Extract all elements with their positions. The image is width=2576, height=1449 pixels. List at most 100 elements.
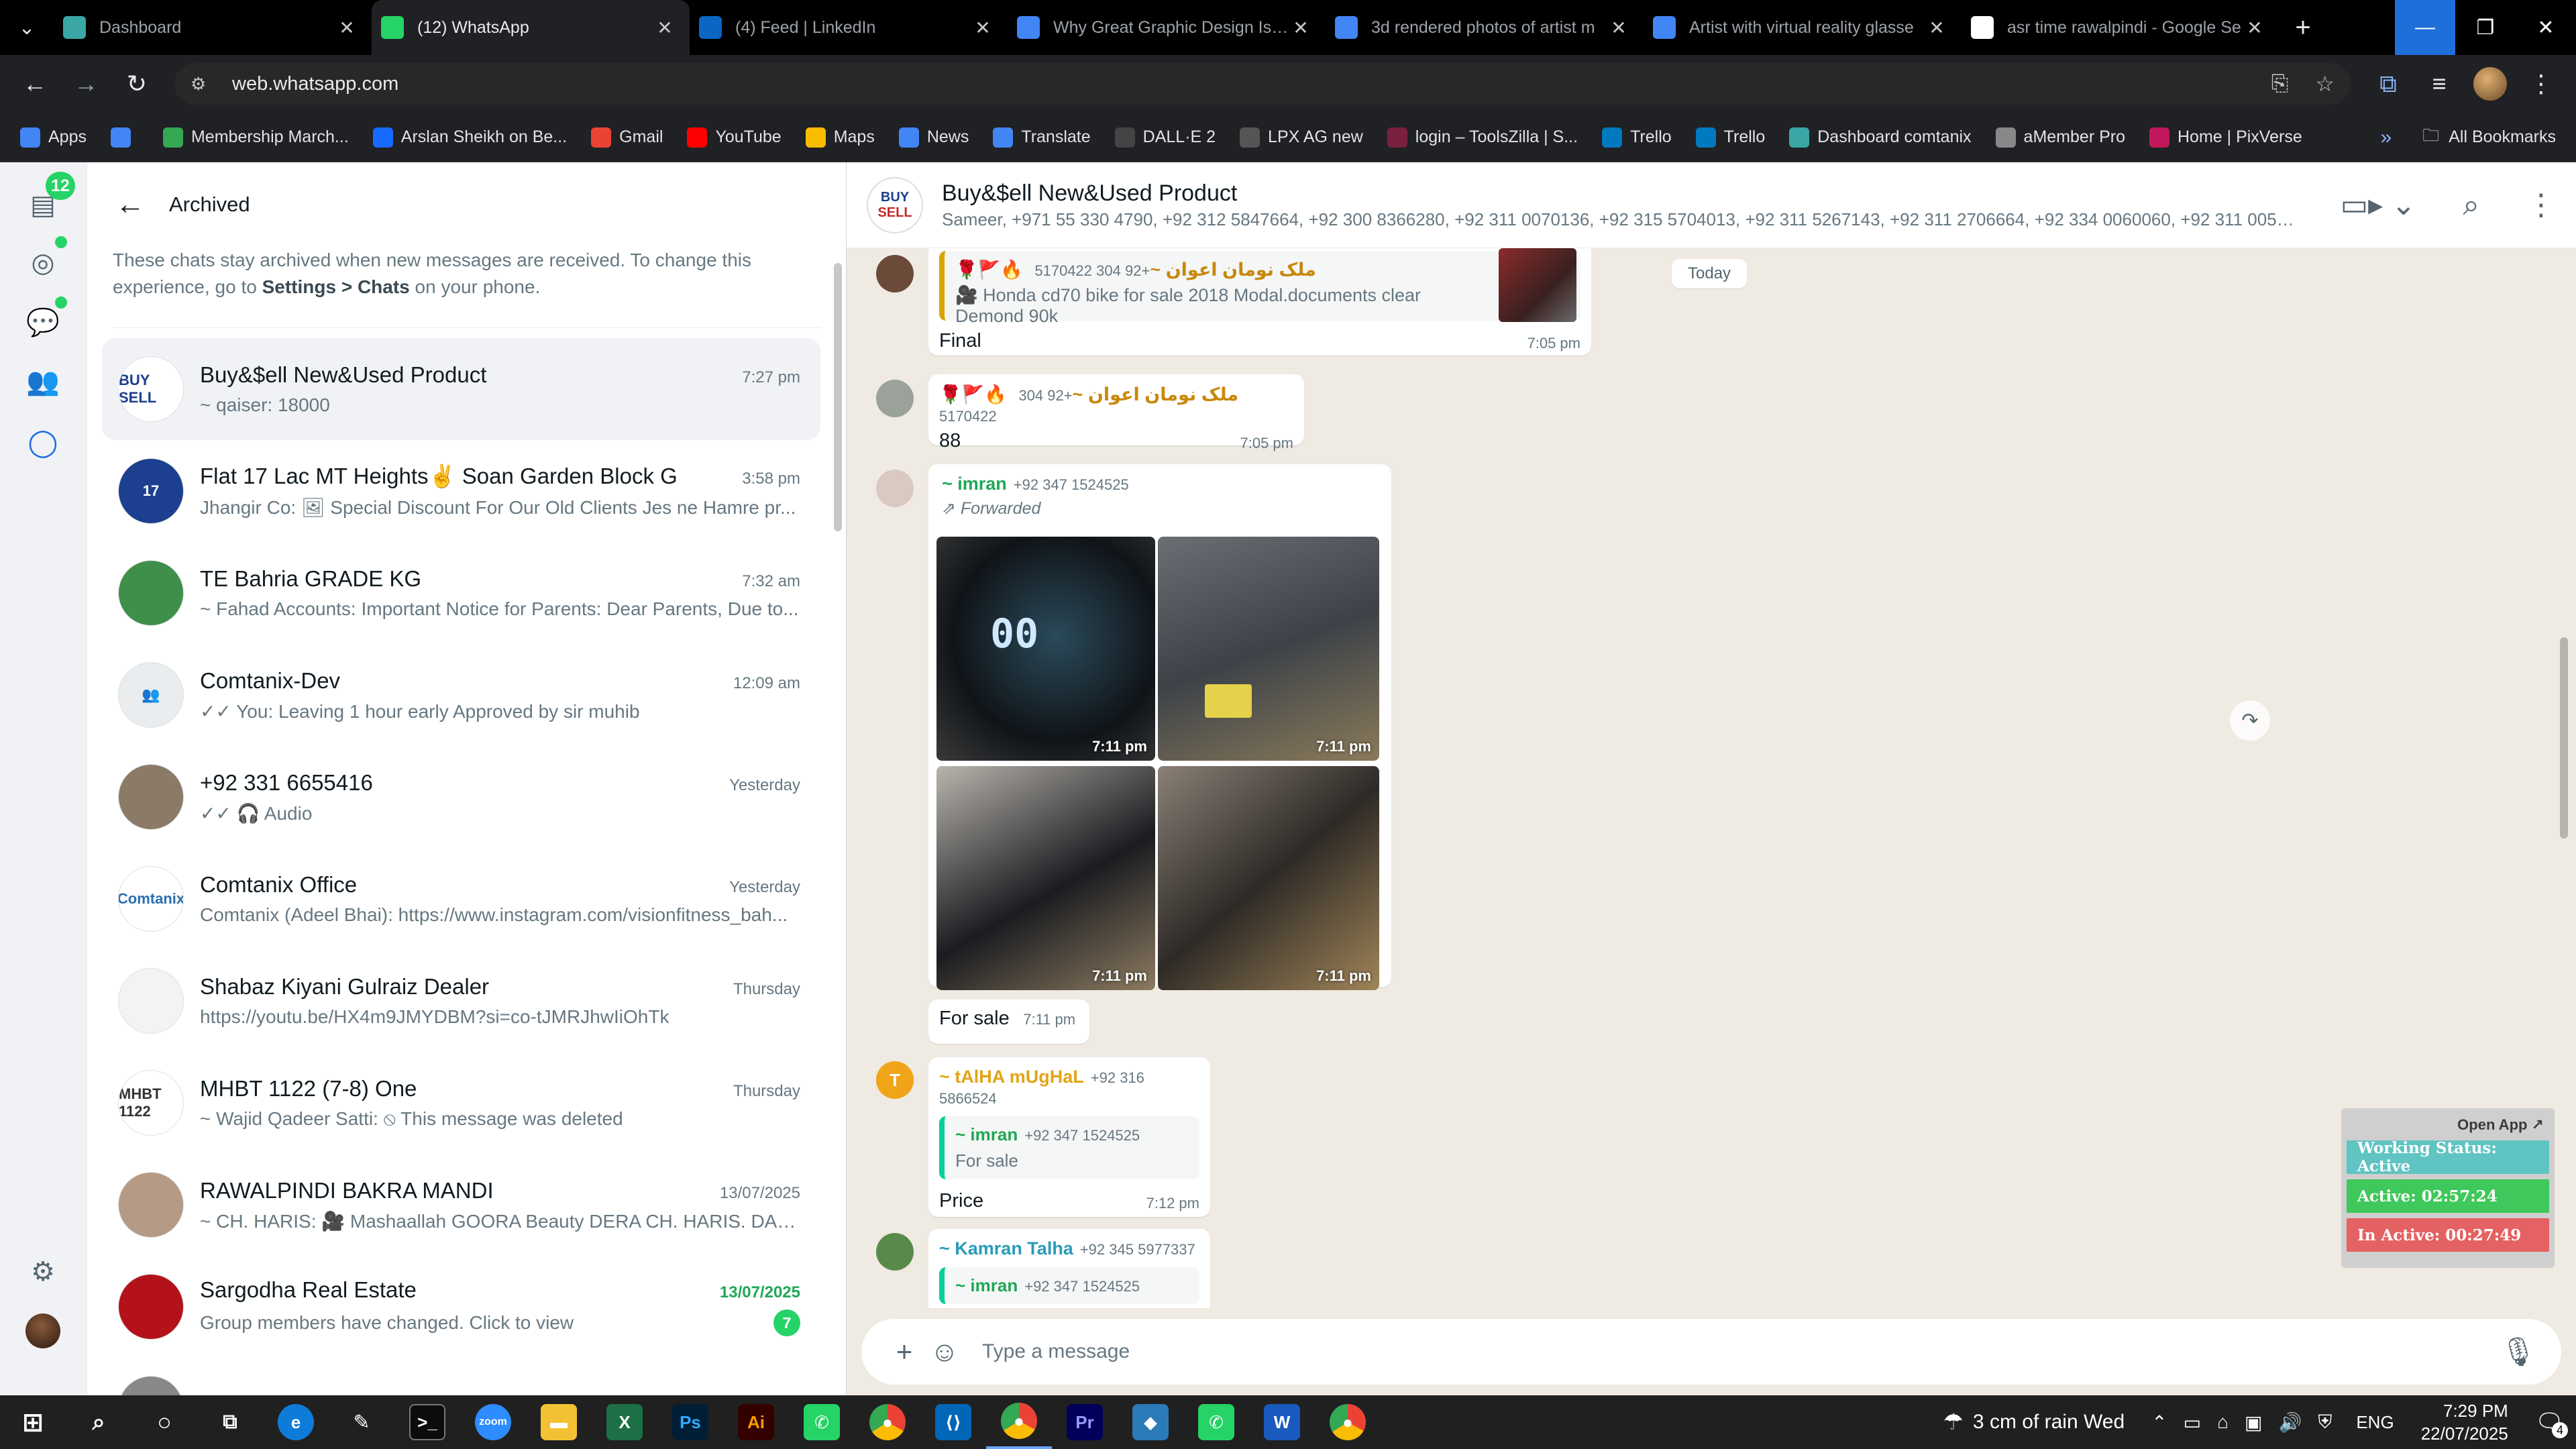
weather-text[interactable]: 3 cm of rain Wed xyxy=(1973,1411,2125,1434)
reply-message-bubble[interactable]: ~ tAlHA mUgHaL +92 316 5866524 ~ imran +92… xyxy=(928,1057,1210,1217)
all-bookmarks-button[interactable]: All Bookmarks xyxy=(2449,127,2556,147)
message-input[interactable]: Type a message xyxy=(982,1340,2498,1363)
group-avatar[interactable]: BUY SELL xyxy=(867,176,923,233)
forward-icon[interactable]: ↷ xyxy=(2230,700,2270,741)
chat-list-item[interactable]: 👥 Comtanix-Dev 12:09 am ✓✓ You: Leaving 1 h… xyxy=(102,644,820,746)
bookmark-item[interactable]: Trello xyxy=(1602,127,1672,148)
meet-icon[interactable]: ▭ xyxy=(2184,1411,2201,1434)
browser-tab[interactable]: (12) WhatsApp ✕ xyxy=(372,0,690,55)
minimize-button[interactable]: — xyxy=(2395,0,2455,55)
bookmark-item[interactable]: LPX AG new xyxy=(1240,127,1363,148)
browser-tab[interactable]: 3d rendered photos of artist m ✕ xyxy=(1326,0,1644,55)
whatsapp-desktop-icon[interactable]: ✆ xyxy=(789,1395,855,1449)
communities-icon[interactable]: 👥 xyxy=(21,360,64,402)
bookmark-item[interactable]: Dashboard comtanix xyxy=(1789,127,1972,148)
status-icon[interactable]: ◎ xyxy=(21,241,64,284)
bookmark-item[interactable]: Arslan Sheikh on Be... xyxy=(372,127,567,148)
chevron-up-icon[interactable]: ⌃ xyxy=(2151,1411,2167,1434)
sender-avatar[interactable]: T xyxy=(876,1061,914,1099)
word-icon[interactable]: W xyxy=(1249,1395,1315,1449)
browser-tab[interactable]: Artist with virtual reality glasse ✕ xyxy=(1644,0,1962,55)
chat-list-item[interactable]: THE GREAT COUSINS20/06/2025 xyxy=(102,1358,820,1395)
sender-avatar[interactable] xyxy=(876,1233,914,1271)
chat-list-item[interactable]: MHBT 1122 MHBT 1122 (7-8) One Thursday ~ Wa… xyxy=(102,1052,820,1154)
bookmark-item[interactable]: Apps xyxy=(20,127,87,148)
image-tile-2[interactable]: 7:11 pm xyxy=(1158,537,1379,761)
bookmark-item[interactable]: Gmail xyxy=(591,127,663,148)
terminal-icon[interactable]: >_ xyxy=(394,1395,460,1449)
bookmark-star-icon[interactable]: ☆ xyxy=(2315,71,2334,97)
chat-list-item[interactable]: Comtanix Comtanix Office Yesterday Comtanix… xyxy=(102,848,820,950)
chat-list-item[interactable]: +92 331 6655416 Yesterday ✓✓ 🎧 Audio xyxy=(102,746,820,848)
tab-close-icon[interactable]: ✕ xyxy=(1289,17,1312,39)
message-area[interactable]: Today 🌹🚩🔥 ملک نومان اعوان ~+92 304 51704… xyxy=(847,241,2576,1363)
new-tab-button[interactable]: + xyxy=(2279,13,2326,43)
bookmark-item[interactable]: Maps xyxy=(805,127,875,148)
url-text[interactable]: web.whatsapp.com xyxy=(232,73,398,95)
profile-avatar[interactable] xyxy=(21,1309,64,1352)
more-bookmarks-icon[interactable]: » xyxy=(2381,126,2392,149)
browser-menu-icon[interactable]: ⋮ xyxy=(2516,58,2567,109)
display-icon[interactable]: ▣ xyxy=(2245,1411,2262,1434)
premiere-icon[interactable]: Pr xyxy=(1052,1395,1118,1449)
message-bubble[interactable]: 🌹🚩🔥 ملک نومان اعوان ~+92 304 5170422 88 … xyxy=(928,374,1304,451)
edge-icon[interactable]: e xyxy=(263,1395,329,1449)
start-icon[interactable]: ⊞ xyxy=(0,1395,66,1449)
chat-list-item[interactable]: Shabaz Kiyani Gulraiz Dealer Thursday http… xyxy=(102,950,820,1052)
sidebar-scrollbar[interactable] xyxy=(834,263,842,531)
tab-close-icon[interactable]: ✕ xyxy=(335,17,358,39)
media-controls-icon[interactable]: ≡ xyxy=(2414,58,2465,109)
sender-avatar[interactable] xyxy=(876,470,914,507)
bookmark-item[interactable]: login – ToolsZilla | S... xyxy=(1387,127,1578,148)
notification-icon[interactable]: 🗨 4 xyxy=(2535,1409,2568,1438)
sticker-icon[interactable]: ☺ xyxy=(924,1336,965,1368)
open-app-button[interactable]: Open App ↗ xyxy=(2347,1114,2549,1140)
bookmark-item[interactable]: aMember Pro xyxy=(1995,127,2125,148)
site-info-icon[interactable]: ⚙ xyxy=(191,74,216,95)
chat-list-item[interactable]: TE Bahria GRADE KG 7:32 am ~ Fahad Account… xyxy=(102,542,820,644)
close-window-button[interactable]: ✕ xyxy=(2516,0,2576,55)
file-explorer-icon[interactable]: ▬ xyxy=(526,1395,592,1449)
restore-button[interactable]: ❐ xyxy=(2455,0,2516,55)
whatsapp-icon[interactable]: ✆ xyxy=(1183,1395,1249,1449)
meta-ai-icon[interactable]: ◯ xyxy=(21,421,64,464)
pen-tool-icon[interactable]: ✎ xyxy=(329,1395,394,1449)
extensions-icon[interactable]: ⧉ xyxy=(2363,58,2414,109)
conversation-header[interactable]: BUY SELL Buy&$ell New&Used Product Sameer… xyxy=(847,162,2576,248)
chat-list-item[interactable]: Sargodha Real Estate 13/07/2025 Group memb… xyxy=(102,1256,820,1358)
microphone-icon[interactable]: 🎙 xyxy=(2498,1336,2538,1368)
chat-list-item[interactable]: 17 Flat 17 Lac MT Heights✌️ Soan Garden B… xyxy=(102,440,820,542)
tab-close-icon[interactable]: ✕ xyxy=(971,17,994,39)
tab-close-icon[interactable]: ✕ xyxy=(2243,17,2266,39)
bookmark-item[interactable] xyxy=(110,127,139,148)
reload-icon[interactable]: ↻ xyxy=(111,58,162,109)
message-bubble[interactable]: For sale 7:11 pm xyxy=(928,1000,1089,1044)
profile-avatar[interactable] xyxy=(2465,58,2516,109)
weather-icon[interactable]: ☂ xyxy=(1943,1409,1963,1436)
search-icon[interactable]: ⌕ xyxy=(66,1395,131,1449)
bookmark-item[interactable]: News xyxy=(898,127,969,148)
photoshop-icon[interactable]: Ps xyxy=(657,1395,723,1449)
chat-list-item[interactable]: BUY SELL Buy&$ell New&Used Product 7:27 pm… xyxy=(102,338,820,440)
bookmark-item[interactable]: Translate xyxy=(993,127,1091,148)
install-app-icon[interactable]: ⎘ xyxy=(2271,71,2289,97)
quoted-message[interactable]: ~ imran +92 347 1524525 For sale xyxy=(939,1116,1199,1179)
search-icon[interactable]: ⌕ xyxy=(2463,189,2479,222)
image-tile-1[interactable]: 00 7:11 pm xyxy=(936,537,1155,761)
illustrator-icon[interactable]: Ai xyxy=(723,1395,789,1449)
messages-scrollbar[interactable] xyxy=(2560,637,2568,839)
image-tile-3[interactable]: 7:11 pm xyxy=(936,766,1155,990)
vscode-icon[interactable]: ⟨⟩ xyxy=(920,1395,986,1449)
bookmark-item[interactable]: DALL·E 2 xyxy=(1114,127,1216,148)
bookmark-item[interactable]: Home | PixVerse xyxy=(2149,127,2302,148)
shield-icon[interactable]: ⛨ xyxy=(2318,1411,2332,1434)
bookmark-item[interactable]: Trello xyxy=(1695,127,1765,148)
settings-gear-icon[interactable]: ⚙ xyxy=(21,1250,64,1293)
browser-tab[interactable]: (4) Feed | LinkedIn ✕ xyxy=(690,0,1008,55)
tab-search-icon[interactable]: ⌄ xyxy=(0,0,54,55)
sender-avatar[interactable] xyxy=(876,255,914,292)
forward-arrow-icon[interactable]: → xyxy=(60,58,111,109)
image-album-message[interactable]: ~ imran +92 347 1524525 ⇗ Forwarded 00 7:… xyxy=(928,464,1391,990)
browser-tab[interactable]: asr time rawalpindi - Google Se ✕ xyxy=(1962,0,2279,55)
chrome-icon[interactable]: ● xyxy=(855,1395,920,1449)
